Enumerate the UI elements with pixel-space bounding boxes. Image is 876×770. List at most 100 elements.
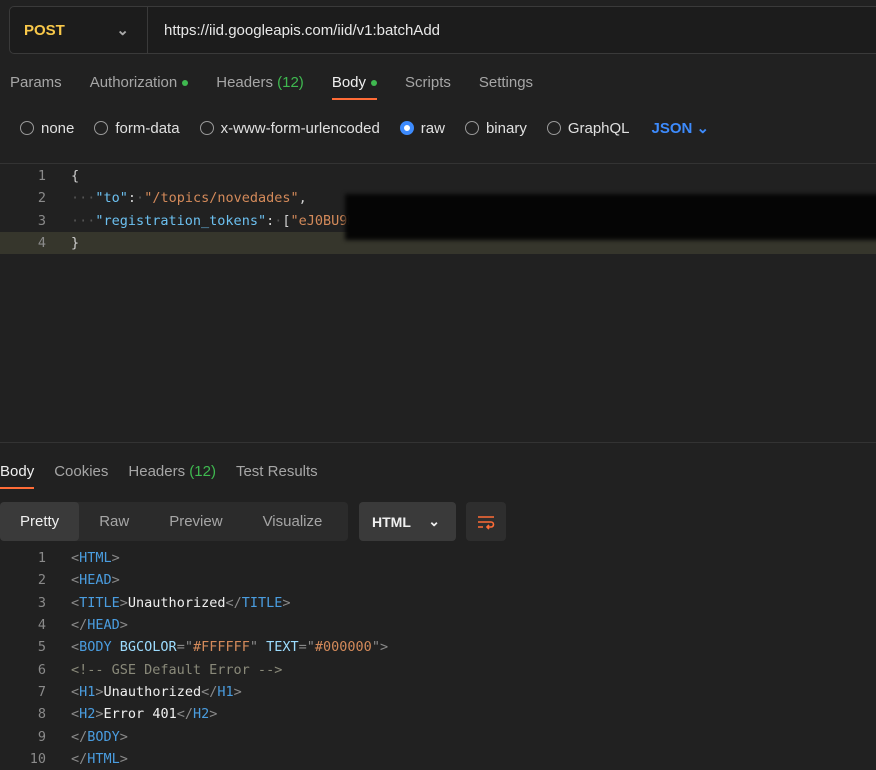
line-content: </HEAD> — [71, 617, 128, 633]
code-token: : — [266, 212, 275, 229]
code-token: Unauthorized — [103, 683, 202, 700]
line-number: 1 — [37, 168, 46, 185]
line-content: <HTML> — [71, 550, 120, 566]
status-dot — [371, 80, 378, 87]
status-dot — [182, 80, 189, 87]
tab-label: Scripts — [405, 74, 451, 91]
code-token: > — [119, 750, 128, 767]
line-number: 8 — [37, 706, 46, 723]
code-token: > — [119, 617, 128, 634]
response-tabs: Body Cookies Headers (12) Test Results — [0, 463, 318, 489]
response-tab-body[interactable]: Body — [0, 463, 35, 489]
radio-circle — [546, 121, 561, 135]
tab-authorization[interactable]: Authorization — [90, 74, 189, 100]
code-token: TITLE — [241, 594, 283, 611]
wrap-icon — [478, 515, 495, 530]
view-mode-visualize[interactable]: Visualize — [243, 502, 343, 541]
radio-label: form-data — [115, 119, 180, 137]
code-token: TEXT — [258, 639, 299, 656]
line-content: } — [71, 235, 79, 251]
radio-x-www-form-urlencoded[interactable]: x-www-form-urlencoded — [199, 120, 380, 137]
code-token: [ — [282, 212, 291, 229]
response-tab-headers[interactable]: Headers (12) — [128, 463, 216, 489]
code-token: </ — [71, 750, 88, 767]
code-token: HTML — [79, 550, 112, 567]
line-content: <!-- GSE Default Error --> — [71, 662, 282, 678]
radio-raw[interactable]: raw — [399, 119, 445, 137]
code-token: </ — [225, 594, 242, 611]
code-token: H2 — [192, 706, 210, 723]
method-select[interactable]: POST ⌄ — [10, 7, 148, 53]
code-token: H2 — [79, 706, 96, 723]
body-type-options: none form-data x-www-form-urlencoded raw bin… — [20, 119, 709, 137]
response-tab-test-results[interactable]: Test Results — [236, 463, 318, 489]
url-input[interactable]: https://iid.googleapis.com/iid/v1:batchA… — [148, 22, 440, 39]
code-token: "to" — [95, 190, 128, 207]
code-token: > — [233, 683, 242, 700]
code-token: TITLE — [79, 594, 120, 611]
radio-none[interactable]: none — [20, 120, 74, 137]
line-content: <TITLE>Unauthorized</TITLE> — [71, 595, 291, 611]
code-token: HEAD — [87, 617, 120, 634]
tab-label: Headers — [216, 74, 273, 91]
code-token: < — [71, 594, 80, 611]
code-token: "> — [371, 639, 389, 656]
line-content: <H2>Error 401</H2> — [71, 706, 217, 722]
response-body: 1 <HTML> 2 <HEAD> 3 <TITLE>Unauthorized</TITL… — [0, 547, 388, 770]
line-number: 3 — [37, 594, 46, 611]
code-token: <!-- GSE Default Error --> — [71, 661, 283, 678]
code-token: · — [136, 190, 145, 207]
view-mode-preview[interactable]: Preview — [149, 502, 242, 541]
code-token: < — [71, 550, 80, 567]
tab-headers[interactable]: Headers (12) — [216, 74, 304, 100]
tab-body[interactable]: Body — [331, 74, 378, 100]
response-format-label: HTML — [372, 513, 411, 530]
view-mode-raw[interactable]: Raw — [79, 502, 149, 541]
line-number: 7 — [37, 683, 46, 700]
request-body-editor[interactable]: 1{2 ···"to":·"/topics/novedades", 3 ···"reg… — [0, 163, 876, 443]
radio-circle — [399, 121, 414, 135]
code-token: "/topics/novedades" — [144, 190, 299, 207]
code-token: BGCOLOR — [111, 639, 177, 656]
tab-params[interactable]: Params — [10, 74, 62, 100]
radio-form-data[interactable]: form-data — [94, 119, 180, 137]
radio-circle — [199, 121, 214, 135]
tab-label: Authorization — [89, 74, 178, 91]
line-content: { — [71, 168, 79, 184]
code-line: 4 </HEAD> — [0, 614, 388, 636]
wrap-lines-button[interactable] — [466, 502, 506, 541]
code-token: < — [71, 572, 80, 589]
tab-scripts[interactable]: Scripts — [405, 74, 451, 100]
radio-graphql[interactable]: GraphQL — [546, 119, 630, 137]
code-token: < — [71, 706, 80, 723]
tab-settings[interactable]: Settings — [479, 74, 533, 100]
radio-label: GraphQL — [567, 119, 630, 137]
code-line: 5 <BODY BGCOLOR="#FFFFFF" TEXT="#000000"> — [0, 636, 388, 658]
line-content: </HTML> — [71, 751, 128, 767]
code-token: </ — [176, 706, 193, 723]
code-token: H1 — [217, 683, 234, 700]
line-number: 10 — [29, 750, 46, 767]
code-token: > — [282, 594, 291, 611]
code-line: 1 <HTML> — [0, 547, 388, 569]
radio-circle — [464, 121, 479, 135]
code-token: BODY — [87, 728, 120, 745]
code-token: > — [95, 706, 104, 723]
line-number: 3 — [37, 212, 46, 229]
code-token: , — [298, 190, 307, 207]
code-token: > — [209, 706, 218, 723]
view-mode-pretty[interactable]: Pretty — [0, 502, 80, 541]
code-token: < — [71, 683, 80, 700]
radio-label: raw — [420, 119, 445, 137]
code-line: 8 <H2>Error 401</H2> — [0, 703, 388, 725]
chevron-down-icon: ⌄ — [428, 513, 440, 529]
radio-binary[interactable]: binary — [464, 120, 527, 137]
code-line: 9 </BODY> — [0, 725, 388, 747]
line-content: <HEAD> — [71, 572, 120, 588]
body-format-select[interactable]: JSON ⌄ — [652, 119, 710, 137]
response-tab-cookies[interactable]: Cookies — [54, 463, 108, 489]
response-format-select[interactable]: HTML ⌄ — [359, 502, 456, 541]
tab-label: Body — [0, 463, 35, 480]
tab-label: Params — [10, 74, 62, 91]
radio-label: none — [41, 119, 75, 137]
